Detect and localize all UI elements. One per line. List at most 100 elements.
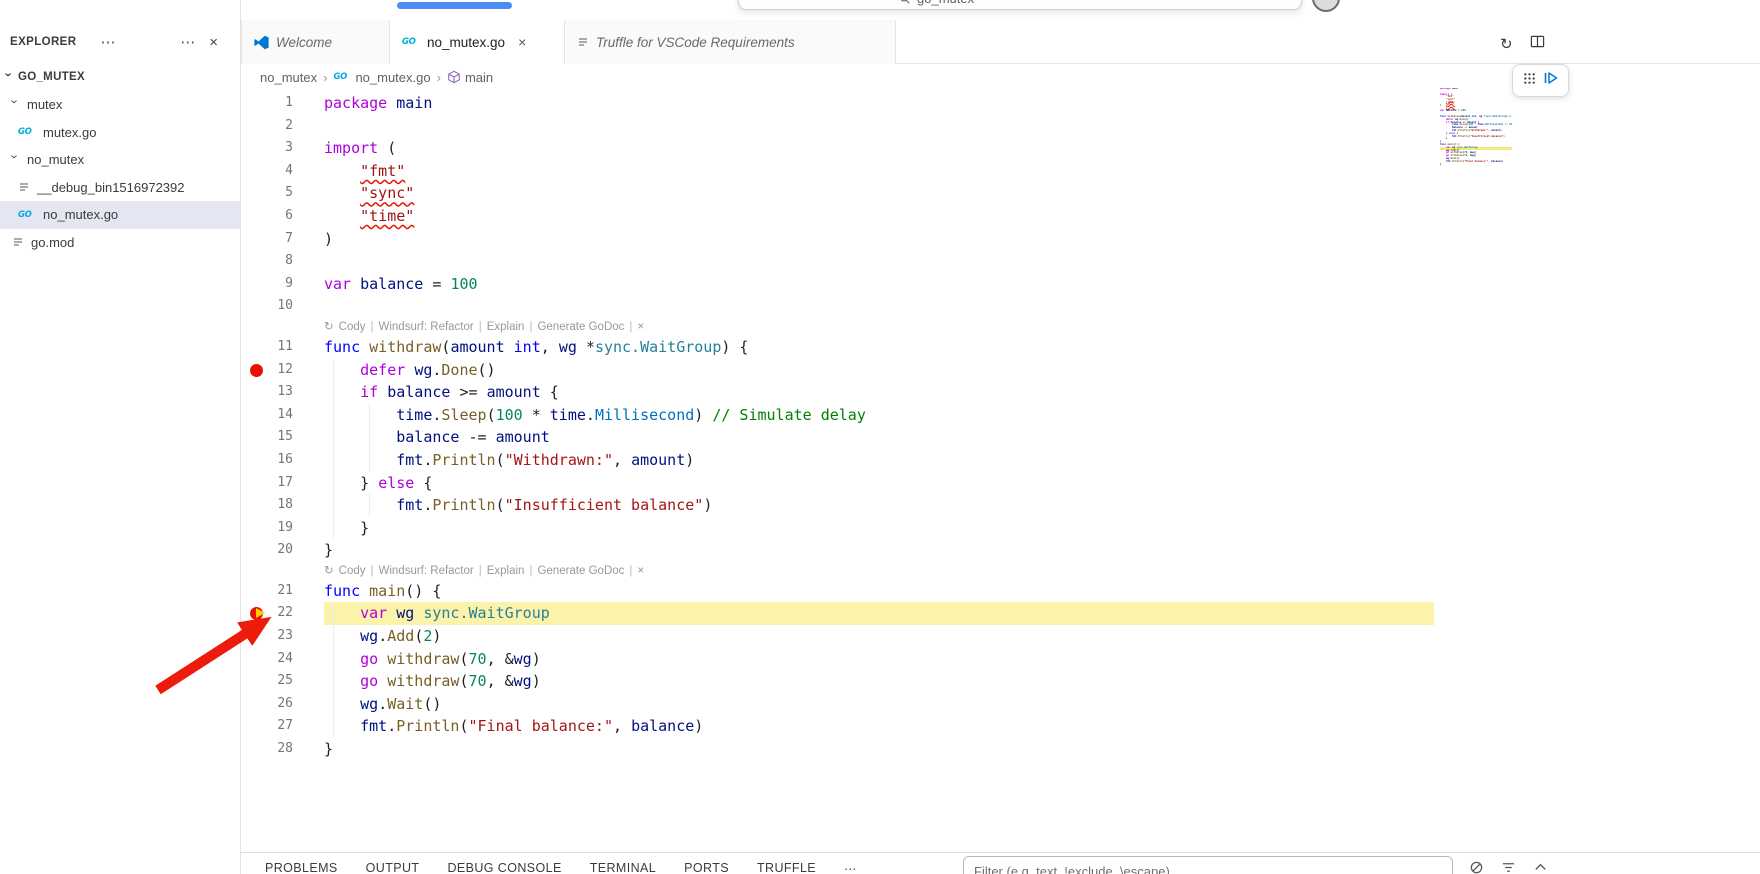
code-text[interactable]: go withdraw(70, &wg) [324,648,1434,671]
line-number[interactable]: 18 [277,494,293,517]
breakpoint-icon[interactable] [250,363,263,377]
code-line-15[interactable]: 15 balance -= amount [241,426,1434,449]
line-number[interactable]: 10 [277,295,293,318]
gutter[interactable]: 24 [241,648,324,671]
panel-tab-debug-console[interactable]: DEBUG CONSOLE [447,861,561,874]
code-line-14[interactable]: 14 time.Sleep(100 * time.Millisecond) //… [241,404,1434,427]
code-line-22[interactable]: 22 var wg sync.WaitGroup [241,602,1434,626]
tab-welcome[interactable]: Welcome [241,20,390,64]
codelens-link[interactable]: Windsurf: Refactor [379,562,474,580]
code-text[interactable]: balance -= amount [324,426,1434,449]
tab-truffle-for-vscode-requirements[interactable]: Truffle for VSCode Requirements [565,20,896,64]
panel-more-tabs-icon[interactable]: ⋯ [844,861,857,874]
code-line-2[interactable]: 2 [241,115,1434,138]
gutter[interactable]: 28 [241,738,324,761]
code-line-10[interactable]: 10 [241,295,1434,318]
code-line-25[interactable]: 25 go withdraw(70, &wg) [241,670,1434,693]
gutter[interactable]: 2 [241,115,324,138]
code-line-1[interactable]: 1 package main [241,92,1434,115]
code-line-17[interactable]: 17 } else { [241,472,1434,495]
code-text[interactable]: if balance >= amount { [324,381,1434,404]
gutter[interactable]: 21 [241,580,324,603]
explorer-more-actions-icon[interactable]: ⋯ [100,33,115,51]
gutter[interactable]: 25 [241,670,324,693]
code-line-27[interactable]: 27 fmt.Println("Final balance:", balance… [241,715,1434,738]
code-line-20[interactable]: 20} [241,539,1434,562]
gutter[interactable]: 8 [241,250,324,273]
run-continue-icon[interactable] [1543,70,1559,91]
code-text[interactable] [324,115,1434,138]
line-number[interactable]: 27 [277,715,293,738]
code-text[interactable]: "sync" [324,182,1434,205]
code-line-19[interactable]: 19 } [241,517,1434,540]
code-line-8[interactable]: 8 [241,250,1434,273]
line-number[interactable]: 12 [277,359,293,382]
code-line-5[interactable]: 5 "sync" [241,182,1434,205]
code-text[interactable]: var balance = 100 [324,273,1434,296]
breadcrumb-item[interactable]: GO no_mutex.go [333,70,430,85]
code-text[interactable]: defer wg.Done() [324,359,1434,382]
code-text[interactable]: fmt.Println("Withdrawn:", amount) [324,449,1434,472]
line-number[interactable]: 3 [285,137,293,160]
code-line-18[interactable]: 18 fmt.Println("Insufficient balance") [241,494,1434,517]
minimap[interactable]: package main import ( "fmt" "sync" "time"… [1440,88,1512,170]
code-text[interactable]: } [324,539,1434,562]
code-text[interactable]: fmt.Println("Final balance:", balance) [324,715,1434,738]
code-editor[interactable]: 1 package main 2 3 import (4 "fmt" 5 "sync" 6 … [241,90,1434,761]
code-line-28[interactable]: 28} [241,738,1434,761]
line-number[interactable]: 16 [277,449,293,472]
line-number[interactable]: 11 [277,336,293,359]
code-text[interactable]: ) [324,228,1434,251]
code-text[interactable]: "time" [324,205,1434,228]
gutter[interactable]: 13 [241,381,324,404]
gutter[interactable]: 19 [241,517,324,540]
gutter[interactable]: 23 [241,625,324,648]
sidebar-more-icon[interactable]: ⋯ [180,33,195,51]
code-text[interactable] [324,295,1434,318]
code-line-23[interactable]: 23 wg.Add(2) [241,625,1434,648]
code-line-21[interactable]: 21 func main() { [241,580,1434,603]
panel-tab-output[interactable]: OUTPUT [366,861,420,874]
gutter[interactable]: 18 [241,494,324,517]
line-number[interactable]: 7 [285,228,293,251]
code-text[interactable]: var wg sync.WaitGroup [324,602,1434,626]
gutter[interactable]: 10 [241,295,324,318]
codelens-link[interactable]: Generate GoDoc [537,562,624,580]
code-text[interactable]: "fmt" [324,160,1434,183]
gutter[interactable]: 7 [241,228,324,251]
codelens-link[interactable]: Explain [487,562,525,580]
code-text[interactable]: wg.Wait() [324,693,1434,716]
codelens-dismiss-icon[interactable]: × [637,318,644,336]
panel-tab-terminal[interactable]: TERMINAL [590,861,656,874]
gutter[interactable]: 15 [241,426,324,449]
code-text[interactable]: func withdraw(amount int, wg *sync.WaitG… [324,336,1434,359]
line-number[interactable]: 9 [285,273,293,296]
line-number[interactable]: 23 [277,625,293,648]
tab-no-mutex.go[interactable]: GO no_mutex.go × [390,20,565,64]
command-center[interactable]: go_mutex [738,0,1302,10]
tree-item-no_mutex.go[interactable]: GO no_mutex.go [0,201,240,229]
gutter[interactable]: 14 [241,404,324,427]
code-text[interactable] [324,250,1434,273]
codelens-dismiss-icon[interactable]: × [637,562,644,580]
gutter[interactable]: 5 [241,182,324,205]
panel-tab-ports[interactable]: PORTS [684,861,729,874]
panel-tab-truffle[interactable]: TRUFFLE [757,861,816,874]
code-line-26[interactable]: 26 wg.Wait() [241,693,1434,716]
code-line-7[interactable]: 7) [241,228,1434,251]
gutter[interactable]: 17 [241,472,324,495]
code-text[interactable]: func main() { [324,580,1434,603]
gutter[interactable]: 9 [241,273,324,296]
code-line-3[interactable]: 3 import ( [241,137,1434,160]
problems-filter-input[interactable] [963,856,1453,874]
tree-item-go.mod[interactable]: go.mod [0,229,240,257]
code-line-4[interactable]: 4 "fmt" [241,160,1434,183]
panel-tab-problems[interactable]: PROBLEMS [265,861,338,874]
line-number[interactable]: 4 [285,160,293,183]
line-number[interactable]: 13 [277,381,293,404]
tree-item-mutex[interactable]: › mutex [0,91,240,119]
gutter[interactable]: 26 [241,693,324,716]
gutter[interactable]: 27 [241,715,324,738]
line-number[interactable]: 17 [277,472,293,495]
codelens-link[interactable]: Windsurf: Refactor [379,318,474,336]
